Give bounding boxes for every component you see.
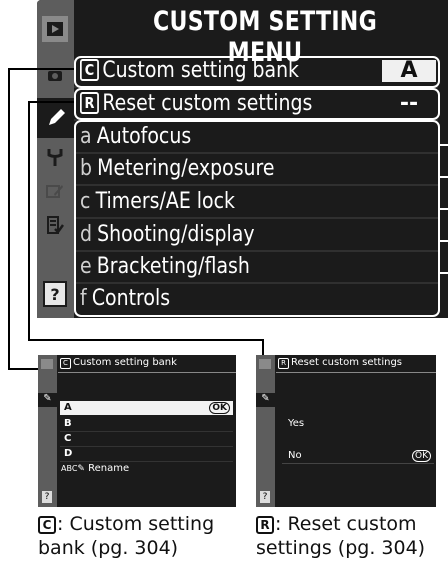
- rename-label: Rename: [88, 463, 130, 474]
- bank-option-a[interactable]: A OK: [60, 401, 233, 415]
- thumb-title-text: Custom setting bank: [73, 357, 177, 368]
- bank-c-icon: C: [38, 516, 56, 534]
- bank-connector: [8, 68, 10, 370]
- shooting-tab-icon[interactable]: [42, 62, 68, 88]
- caption-line: : Custom setting: [57, 513, 215, 535]
- help-icon: ?: [42, 491, 52, 503]
- bank-option-d[interactable]: D: [60, 447, 233, 462]
- group-tick: [440, 272, 448, 274]
- bank-callout-box: [74, 56, 440, 88]
- caption-line: : Reset custom: [275, 513, 417, 535]
- bank-screen-thumbnail: ✎ ? C Custom setting bank A OK B C D ABC✎ …: [38, 355, 236, 507]
- bank-option-b[interactable]: B: [60, 417, 233, 432]
- group-tick: [440, 208, 448, 210]
- reset-connector: [28, 101, 74, 103]
- yes-label: Yes: [288, 418, 305, 429]
- thumb-title-text: Reset custom settings: [291, 357, 402, 368]
- thumb-title: C Custom setting bank: [60, 357, 177, 369]
- custom-setting-tab-icon[interactable]: [37, 98, 74, 138]
- bank-c-icon: C: [60, 358, 71, 369]
- my-menu-tab-icon[interactable]: [42, 212, 68, 238]
- retouch-tab-icon[interactable]: [42, 178, 68, 204]
- reset-yes-option[interactable]: Yes: [282, 417, 432, 431]
- thumb-tab-bar: ✎ ?: [256, 355, 275, 507]
- bank-option-label: B: [64, 418, 72, 429]
- no-label: No: [288, 450, 302, 461]
- bank-caption: C: Custom setting bank (pg. 304): [38, 512, 214, 560]
- playback-tab-icon[interactable]: [42, 16, 68, 42]
- caption-line: settings (pg. 304): [256, 537, 426, 559]
- help-icon: ?: [260, 491, 270, 503]
- ok-icon: OK: [412, 450, 431, 462]
- playback-tab-icon: [259, 359, 271, 369]
- groups-callout-box: [74, 120, 440, 317]
- reset-screen-thumbnail: ✎ ? R Reset custom settings Yes No OK: [256, 355, 436, 507]
- custom-setting-tab-icon: ✎: [256, 393, 275, 407]
- pencil-icon: ✎: [77, 464, 85, 474]
- bank-option-label: A: [64, 402, 72, 413]
- thumb-divider: [58, 372, 236, 373]
- bank-option-label: C: [64, 433, 72, 444]
- custom-setting-tab-icon: ✎: [38, 393, 57, 407]
- rename-option[interactable]: ABC✎ Rename: [60, 462, 233, 476]
- reset-connector: [262, 339, 264, 355]
- thumb-divider: [276, 372, 436, 373]
- playback-tab-icon: [41, 359, 53, 369]
- reset-r-icon: R: [278, 358, 289, 369]
- thumb-tab-bar: ✎ ?: [38, 355, 57, 507]
- bank-connector: [8, 68, 74, 70]
- group-tick: [440, 144, 448, 146]
- group-tick: [440, 240, 448, 242]
- reset-callout-box: [74, 88, 440, 120]
- menu-tab-bar: ?: [37, 0, 74, 318]
- reset-r-icon: R: [256, 516, 274, 534]
- group-tick: [440, 176, 448, 178]
- setup-tab-icon[interactable]: [42, 144, 68, 170]
- bank-option-c[interactable]: C: [60, 432, 233, 447]
- reset-caption: R: Reset custom settings (pg. 304): [256, 512, 425, 560]
- reset-no-option[interactable]: No OK: [282, 449, 434, 464]
- help-icon[interactable]: ?: [43, 281, 67, 307]
- thumb-title: R Reset custom settings: [278, 357, 402, 369]
- reset-connector: [28, 101, 30, 341]
- bank-connector: [8, 368, 38, 370]
- reset-connector: [28, 339, 264, 341]
- rename-abc-icon: ABC: [61, 464, 78, 473]
- ok-icon: OK: [209, 402, 230, 414]
- bank-option-label: D: [64, 448, 73, 459]
- caption-line: bank (pg. 304): [38, 537, 179, 559]
